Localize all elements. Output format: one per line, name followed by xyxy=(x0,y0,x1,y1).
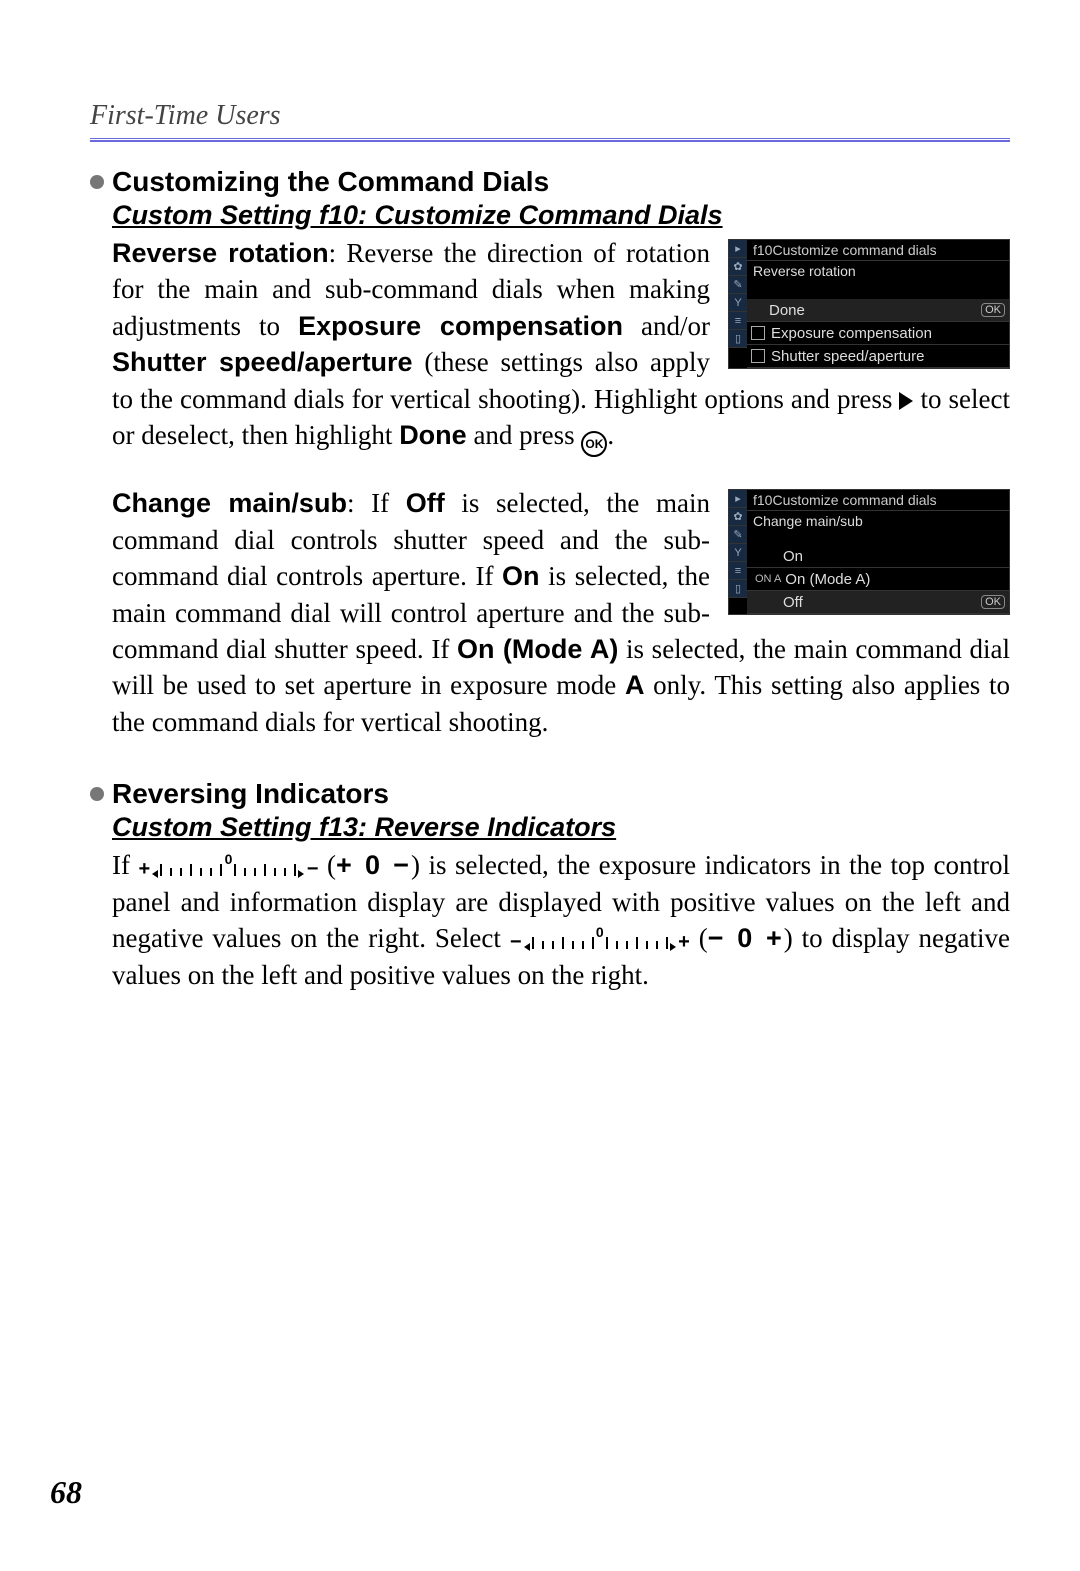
custom-setting-link: Custom Setting f13: Reverse Indicators xyxy=(112,812,1010,843)
menu-title: Reverse rotation xyxy=(747,261,1009,281)
header-rule xyxy=(90,138,1010,142)
body-text: : If xyxy=(347,488,406,518)
bullet-icon xyxy=(90,175,104,189)
ok-button-icon: OK xyxy=(581,431,607,457)
menu-side-icon: ▸ xyxy=(729,240,747,258)
menu-item-label: Done xyxy=(769,302,981,319)
bold-text: Exposure compensation xyxy=(298,311,623,341)
body-text: and press xyxy=(467,420,582,450)
menu-item-label: On (Mode A) xyxy=(785,571,1005,588)
indicator-minus-zero-plus-icon: − 0 + xyxy=(510,925,690,953)
section-heading: Customizing the Command Dials xyxy=(112,166,549,198)
menu-item-on[interactable]: On xyxy=(747,545,1009,568)
running-header: First-Time Users xyxy=(90,100,1010,132)
menu-item-exposure-compensation[interactable]: Exposure compensation xyxy=(747,322,1009,345)
body-text: . xyxy=(607,420,614,450)
menu-item-label: On xyxy=(783,548,1005,565)
body-text: and/or xyxy=(623,311,710,341)
menu-breadcrumb: f10Customize command dials xyxy=(747,490,1009,511)
checkbox-icon xyxy=(751,326,765,340)
paragraph-reverse-indicators: If + 0 − xyxy=(112,847,1010,993)
camera-menu-reverse-rotation: ▸ ✿ ✎ Y ≡ ▯ f10Customize command dials R… xyxy=(728,239,1010,369)
bold-text: On xyxy=(502,561,540,591)
menu-item-label: Off xyxy=(783,594,981,611)
section-heading: Reversing Indicators xyxy=(112,778,389,810)
menu-side-icon: ✿ xyxy=(729,258,747,276)
run-in-heading: Reverse rotation xyxy=(112,238,329,268)
run-in-heading: Change main/sub xyxy=(112,488,347,518)
menu-side-icon: ≡ xyxy=(729,312,747,330)
menu-side-icon: ≡ xyxy=(729,562,747,580)
indicator-plus-zero-minus-icon: + 0 − xyxy=(138,852,318,880)
menu-side-icon: ✎ xyxy=(729,526,747,544)
camera-menu-change-main-sub: ▸ ✿ ✎ Y ≡ ▯ f10Customize command dials C… xyxy=(728,489,1010,615)
menu-item-done[interactable]: Done OK xyxy=(747,299,1009,322)
ok-badge-icon: OK xyxy=(981,303,1005,317)
page-number: 68 xyxy=(50,1474,82,1511)
bold-text: Done xyxy=(399,420,467,450)
body-text: If xyxy=(112,850,138,880)
menu-side-icon: ✿ xyxy=(729,508,747,526)
bullet-icon xyxy=(90,787,104,801)
menu-item-label: Shutter speed/aperture xyxy=(771,348,1005,365)
menu-item-label: Exposure compensation xyxy=(771,325,1005,342)
menu-title: Change main/sub xyxy=(747,511,1009,531)
mode-a-icon: A xyxy=(625,670,645,700)
bold-text: On (Mode A) xyxy=(457,634,618,664)
indicator-short-label: − 0 + xyxy=(708,923,784,953)
menu-item-shutter-speed-aperture[interactable]: Shutter speed/aperture xyxy=(747,345,1009,368)
checkbox-icon xyxy=(751,349,765,363)
body-text: ( xyxy=(327,850,336,880)
custom-setting-link: Custom Setting f10: Customize Command Di… xyxy=(112,200,1010,231)
bold-text: Off xyxy=(406,488,445,518)
menu-side-icon: ▸ xyxy=(729,490,747,508)
body-text: ( xyxy=(699,923,708,953)
right-triangle-icon xyxy=(899,392,913,410)
indicator-short-label: + 0 − xyxy=(336,850,411,880)
menu-side-icon: Y xyxy=(729,294,747,312)
menu-side-icon: ▯ xyxy=(729,580,747,598)
menu-side-icon: Y xyxy=(729,544,747,562)
menu-side-icon: ✎ xyxy=(729,276,747,294)
menu-breadcrumb: f10Customize command dials xyxy=(747,240,1009,261)
bold-text: Shutter speed/aperture xyxy=(112,347,413,377)
ok-badge-icon: OK xyxy=(981,595,1005,609)
menu-item-prefix: ON A xyxy=(755,573,781,585)
menu-item-on-mode-a[interactable]: ON A On (Mode A) xyxy=(747,568,1009,591)
menu-side-icon: ▯ xyxy=(729,330,747,348)
menu-item-off[interactable]: Off OK xyxy=(747,591,1009,614)
